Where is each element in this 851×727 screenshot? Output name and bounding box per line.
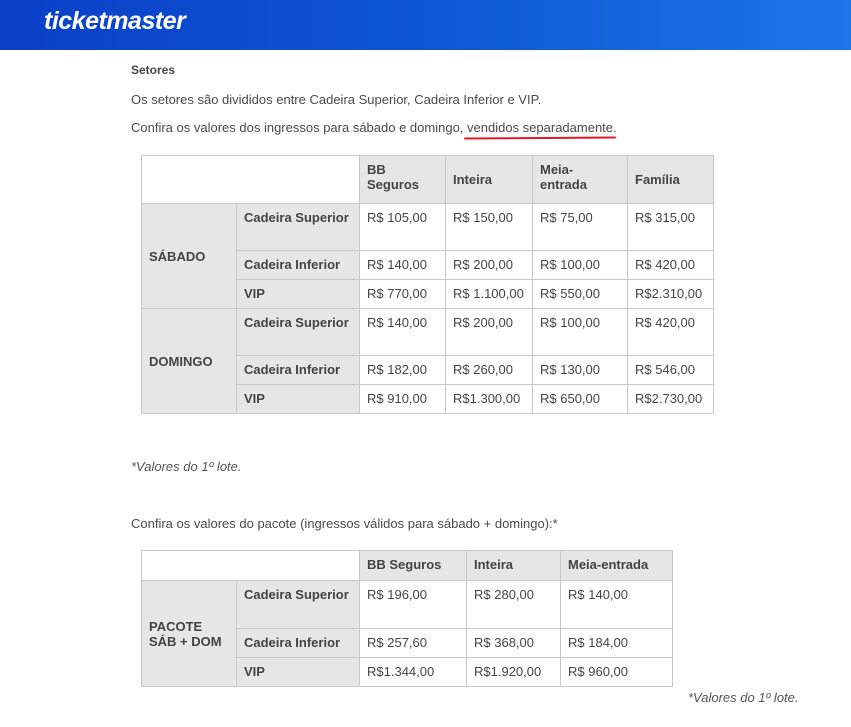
package-label: PACOTE SÁB + DOM [141, 580, 237, 687]
price-cell: R$2.310,00 [627, 279, 714, 309]
section-heading: Setores [131, 63, 176, 77]
package-intro: Confira os valores do pacote (ingressos … [131, 516, 558, 531]
package-prices-table: BB Seguros Inteira Meia-entrada PACOTE S… [141, 550, 673, 687]
sector-label: Cadeira Superior [236, 308, 360, 356]
column-header: Meia-entrada [560, 550, 673, 581]
package-label-line: PACOTE [149, 618, 203, 634]
site-header: ticketmaster [0, 0, 851, 50]
price-cell: R$ 546,00 [627, 355, 714, 385]
price-cell: R$ 140,00 [359, 250, 446, 280]
sector-label: VIP [236, 279, 360, 309]
sector-label: VIP [236, 657, 360, 687]
table-corner-cell [141, 550, 360, 581]
price-cell: R$ 1.100,00 [445, 279, 533, 309]
ticketmaster-logo[interactable]: ticketmaster [44, 7, 186, 36]
price-cell: R$ 150,00 [445, 203, 533, 251]
price-cell: R$ 196,00 [359, 580, 467, 629]
price-cell: R$ 140,00 [560, 580, 673, 629]
table-corner-cell [141, 155, 360, 204]
sector-label: Cadeira Inferior [236, 628, 360, 658]
price-cell: R$ 420,00 [627, 308, 714, 356]
column-header: BB Seguros [359, 155, 446, 204]
price-cell: R$ 550,00 [532, 279, 628, 309]
price-cell: R$ 200,00 [445, 308, 533, 356]
price-cell: R$ 420,00 [627, 250, 714, 280]
sector-label: Cadeira Superior [236, 580, 360, 629]
price-cell: R$ 184,00 [560, 628, 673, 658]
price-cell: R$ 280,00 [466, 580, 561, 629]
lot-note: *Valores do 1º lote. [688, 690, 799, 705]
price-cell: R$ 105,00 [359, 203, 446, 251]
prices-intro-end: . [613, 120, 617, 135]
price-cell: R$ 650,00 [532, 384, 628, 414]
column-header: Inteira [445, 155, 533, 204]
price-cell: R$1.300,00 [445, 384, 533, 414]
highlight-sold-separately: vendidos separadamente [467, 120, 614, 135]
day-label-saturday: SÁBADO [141, 203, 237, 309]
price-cell: R$ 100,00 [532, 250, 628, 280]
column-header: Inteira [466, 550, 561, 581]
price-cell: R$ 260,00 [445, 355, 533, 385]
price-cell: R$ 770,00 [359, 279, 446, 309]
price-cell: R$ 960,00 [560, 657, 673, 687]
price-cell: R$ 910,00 [359, 384, 446, 414]
package-label-line: SÁB + DOM [149, 633, 222, 649]
price-cell: R$ 182,00 [359, 355, 446, 385]
price-cell: R$2.730,00 [627, 384, 714, 414]
sector-label: VIP [236, 384, 360, 414]
column-header: Família [627, 155, 714, 204]
prices-table-by-day: BB Seguros Inteira Meia-entrada Família … [141, 155, 714, 414]
prices-intro: Confira os valores dos ingressos para sá… [131, 120, 617, 135]
column-header: Meia-entrada [532, 155, 628, 204]
price-cell: R$ 257,60 [359, 628, 467, 658]
price-cell: R$ 100,00 [532, 308, 628, 356]
prices-intro-text: Confira os valores dos ingressos para sá… [131, 120, 468, 135]
column-header: BB Seguros [359, 550, 467, 581]
day-label-sunday: DOMINGO [141, 308, 237, 414]
price-cell: R$ 200,00 [445, 250, 533, 280]
price-cell: R$ 140,00 [359, 308, 446, 356]
price-cell: R$ 315,00 [627, 203, 714, 251]
sector-label: Cadeira Inferior [236, 250, 360, 280]
price-cell: R$1.344,00 [359, 657, 467, 687]
price-cell: R$ 130,00 [532, 355, 628, 385]
sectors-description: Os setores são divididos entre Cadeira S… [131, 92, 542, 107]
price-cell: R$ 368,00 [466, 628, 561, 658]
lot-note: *Valores do 1º lote. [131, 459, 242, 474]
price-cell: R$1.920,00 [466, 657, 561, 687]
sector-label: Cadeira Inferior [236, 355, 360, 385]
sector-label: Cadeira Superior [236, 203, 360, 251]
price-cell: R$ 75,00 [532, 203, 628, 251]
